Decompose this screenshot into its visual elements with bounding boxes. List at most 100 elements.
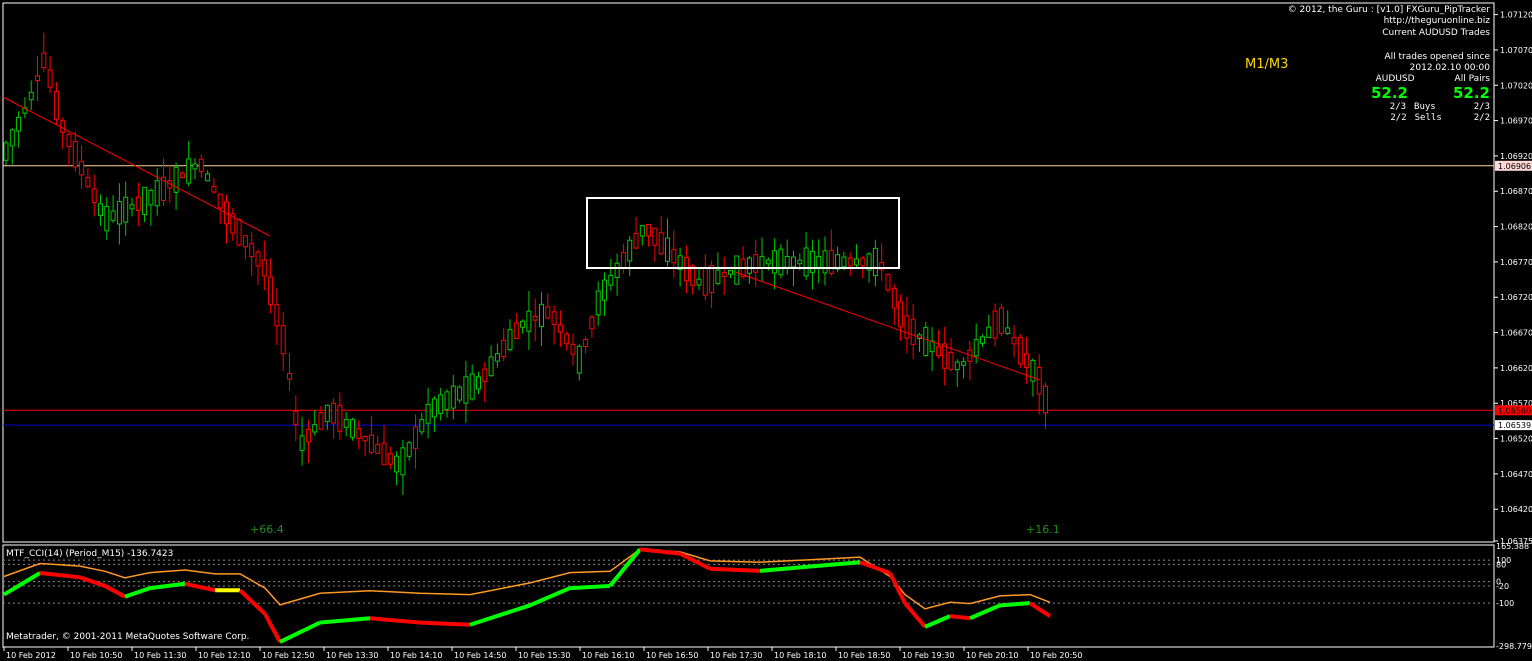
candle-body <box>337 404 343 432</box>
cci-segment <box>39 571 61 578</box>
candle-body <box>854 258 859 266</box>
time-tick-label: 10 Feb 10:50 <box>70 651 122 660</box>
candle-body <box>324 404 330 423</box>
candle-body <box>627 239 633 262</box>
time-tick-label: 10 Feb 2012 <box>6 651 56 660</box>
tracker-buys-right: 2/3 <box>1473 102 1490 112</box>
candle-body <box>343 418 349 428</box>
price-tick-label: 1.06820 <box>1500 223 1532 232</box>
tracker-header-3: Current AUDUSD Trades <box>1382 28 1490 38</box>
candle-body <box>173 166 179 193</box>
cci-segment <box>709 566 761 573</box>
indicator-title: MTF_CCI(14) (Period_M15) -136.7423 <box>6 549 173 559</box>
candle-body <box>356 428 362 439</box>
candle-body <box>123 196 129 223</box>
candle-body <box>91 188 97 204</box>
candle-body <box>898 301 904 328</box>
price-tick-label: 1.06620 <box>1500 364 1532 373</box>
candle-body <box>47 69 53 88</box>
candle-body <box>400 447 406 476</box>
price-tick-label: 1.06770 <box>1500 258 1532 267</box>
copyright-label: Metatrader, © 2001-2011 MetaQuotes Softw… <box>6 632 249 642</box>
cci-axis: 165.388100800-100-20-298.779 <box>1496 542 1532 651</box>
time-tick-label: 10 Feb 12:10 <box>198 651 250 660</box>
candle-body <box>872 247 878 276</box>
time-tick-label: 10 Feb 18:10 <box>774 651 826 660</box>
cci-segment <box>419 620 471 627</box>
cci-segment <box>1028 601 1052 618</box>
cci-segment <box>469 603 531 627</box>
tracker-sells-left: 2/2 <box>1390 113 1407 123</box>
candle-body <box>904 315 910 339</box>
candle-body <box>205 173 211 182</box>
cci-segment <box>104 584 126 599</box>
candle-body <box>545 306 551 319</box>
tracker-since-label: All trades opened since <box>1384 52 1490 62</box>
candle-body <box>501 339 507 358</box>
candle-body <box>53 90 59 120</box>
candle-body <box>457 386 463 401</box>
candle-body <box>236 219 242 246</box>
candle-body <box>255 251 261 267</box>
price-tick-label: 1.07070 <box>1500 46 1532 55</box>
time-tick-label: 10 Feb 19:30 <box>902 651 954 660</box>
trendline-1 <box>2 96 271 237</box>
candle-body <box>1024 353 1030 369</box>
candle-body <box>570 343 576 355</box>
candle-body <box>66 133 72 147</box>
candle-body <box>280 325 286 355</box>
cci-segment <box>59 573 81 580</box>
candle-body <box>116 200 122 225</box>
time-tick-label: 10 Feb 18:50 <box>838 651 890 660</box>
candle-body <box>583 338 589 348</box>
candle-body <box>9 129 15 147</box>
price-axis[interactable]: 1.07120 1.07070 1.07020 1.06970 1.06920 1.068… <box>1494 11 1532 546</box>
candle-body <box>431 398 437 418</box>
price-tick-label: 1.06870 <box>1500 187 1532 196</box>
cci-segment <box>809 560 861 569</box>
candle-body <box>425 403 431 424</box>
candle-body <box>242 235 248 248</box>
price-tick-label: 1.07020 <box>1500 81 1532 90</box>
candle-body <box>129 204 135 210</box>
candle-body <box>759 255 765 268</box>
price-tick-label: 1.06470 <box>1500 470 1532 479</box>
candle-body <box>179 172 185 179</box>
candle-body <box>249 243 255 258</box>
cci-tick-label: -20 <box>1496 582 1509 591</box>
candle-body <box>847 257 853 267</box>
candle-body <box>368 434 374 453</box>
pips-annotation-left: +66.4 <box>250 523 284 536</box>
candle-body <box>299 435 305 451</box>
candle-body <box>381 442 387 466</box>
candle-body <box>186 158 192 184</box>
candle-body <box>375 443 381 454</box>
cci-segment <box>2 571 42 597</box>
candle-body <box>110 210 116 221</box>
candle-body <box>891 287 897 309</box>
tracker-since-date: 2012.02.10 00:00 <box>1409 63 1490 73</box>
candle-body <box>702 266 708 296</box>
candle-body <box>293 410 299 426</box>
time-tick-label: 10 Feb 11:30 <box>134 651 186 660</box>
candle-body <box>822 250 828 274</box>
tracker-sells-right: 2/2 <box>1473 113 1490 123</box>
candle-body <box>935 346 941 357</box>
candle-body <box>520 320 526 328</box>
cci-segment <box>238 588 267 616</box>
candle-body <box>728 269 733 275</box>
tracker-header-1: © 2012, the Guru : [v1.0] FXGuru_PipTrac… <box>1287 5 1490 15</box>
candle-body <box>350 419 355 438</box>
time-axis[interactable]: 10 Feb 2012 10 Feb 10:50 10 Feb 11:30 10 Fe… <box>3 647 1082 660</box>
time-tick-label: 10 Feb 16:10 <box>582 651 634 660</box>
candle-body <box>860 257 866 267</box>
candle-body <box>639 225 645 237</box>
candle-body <box>444 391 450 410</box>
candle-body <box>973 339 979 357</box>
candle-body <box>507 329 513 351</box>
candle-body <box>778 248 784 276</box>
cci-segment <box>184 581 216 593</box>
candle-body <box>992 310 998 339</box>
candle-body <box>488 356 494 377</box>
candle-body <box>671 249 677 264</box>
